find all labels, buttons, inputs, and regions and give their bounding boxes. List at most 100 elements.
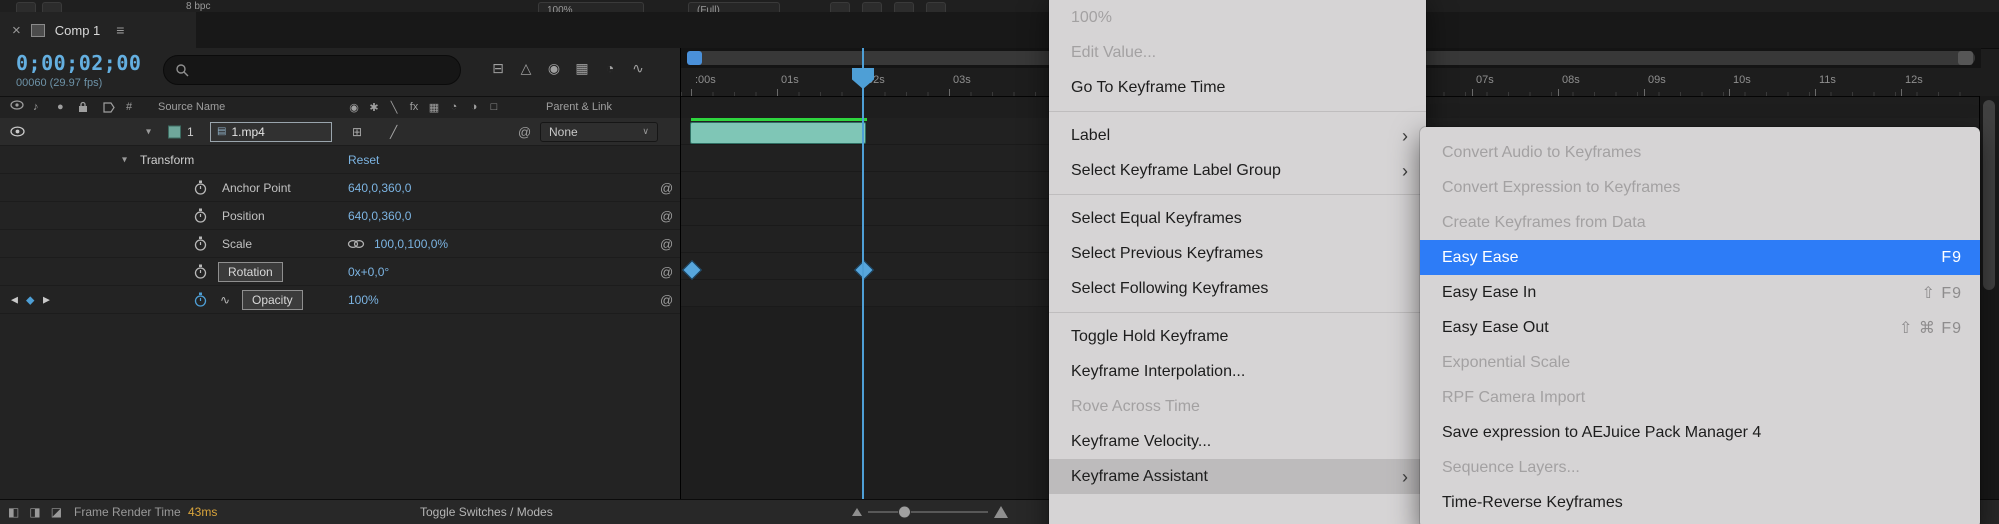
keyframe-at-current-time-icon[interactable]: ◆	[26, 293, 34, 306]
stopwatch-icon[interactable]	[194, 208, 207, 223]
timeline-search-input[interactable]	[163, 55, 461, 85]
layer-name-box[interactable]: ▤ 1.mp4	[210, 122, 332, 142]
layer-row[interactable]: ▾ 1 ▤ 1.mp4 ⊞ ╱ @ None ∨	[0, 118, 680, 146]
parent-pickwhip-icon[interactable]: @	[660, 180, 673, 195]
property-row-anchor-point[interactable]: Anchor Point 640,0,360,0 @	[0, 174, 680, 202]
parent-link-column[interactable]: Parent & Link	[546, 101, 612, 113]
property-name[interactable]: Opacity	[242, 290, 303, 310]
transform-group-row[interactable]: ▾ Transform Reset	[0, 146, 680, 174]
stopwatch-icon[interactable]	[194, 180, 207, 195]
property-row-rotation[interactable]: Rotation 0x+0,0° @	[0, 258, 680, 286]
context-menu-item-go-to-keyframe-time[interactable]: Go To Keyframe Time	[1049, 70, 1426, 105]
property-row-scale[interactable]: Scale 100,0,100,0% @	[0, 230, 680, 258]
submenu-item-time-reverse-keyframes[interactable]: Time-Reverse Keyframes	[1420, 485, 1980, 520]
in-out-panes-icon[interactable]: ◪	[51, 505, 62, 519]
stopwatch-icon[interactable]	[194, 236, 207, 251]
property-row-position[interactable]: Position 640,0,360,0 @	[0, 202, 680, 230]
context-menu-item-toggle-hold-keyframe[interactable]: Toggle Hold Keyframe	[1049, 319, 1426, 354]
zoom-slider-handle[interactable]	[898, 506, 911, 519]
eye-icon[interactable]	[10, 126, 25, 137]
stopwatch-icon[interactable]	[194, 264, 207, 279]
ruler-time-label: 09s	[1648, 74, 1666, 86]
context-menu-separator	[1049, 111, 1426, 112]
submenu-item-easy-ease-out[interactable]: Easy Ease Out⇧ ⌘ F9	[1420, 310, 1980, 345]
zoom-slider-track[interactable]	[868, 511, 988, 513]
ruler-time-label: 01s	[781, 74, 799, 86]
vertical-scrollbar[interactable]	[1979, 96, 1999, 524]
layer-label-swatch[interactable]	[168, 125, 181, 138]
context-menu-item-keyframe-assistant[interactable]: Keyframe Assistant›	[1049, 459, 1426, 494]
mini-flowchart-icon[interactable]: ⊟	[490, 60, 506, 77]
hide-shy-layers-icon[interactable]: ◉	[546, 60, 562, 77]
submenu-item-easy-ease[interactable]: Easy EaseF9	[1420, 240, 1980, 275]
parent-pickwhip-icon[interactable]: @	[518, 124, 531, 139]
quality-switch-icon[interactable]: ╱	[390, 125, 397, 139]
toggle-switches-modes-button[interactable]: Toggle Switches / Modes	[420, 505, 553, 519]
color-depth-button[interactable]: 8 bpc	[186, 1, 210, 12]
menu-shortcut: F9	[1941, 249, 1962, 267]
next-keyframe-icon[interactable]: ▶	[43, 294, 50, 305]
layer-duration-bar[interactable]	[690, 122, 866, 144]
menu-item-label: Select Keyframe Label Group	[1071, 162, 1390, 180]
layer-name[interactable]: 1.mp4	[231, 125, 264, 139]
context-menu-item-select-previous-keyframes[interactable]: Select Previous Keyframes	[1049, 236, 1426, 271]
collapse-transformations-icon: ✱	[367, 101, 381, 114]
layer-expand-chevron-icon[interactable]: ▾	[146, 126, 151, 137]
menu-item-label: Select Following Keyframes	[1071, 280, 1408, 298]
current-timecode[interactable]: 0;00;02;00	[16, 51, 141, 75]
parent-pickwhip-icon[interactable]: @	[660, 208, 673, 223]
pane-toggle-icons: ◧ ◨ ◪	[8, 505, 62, 519]
zoom-out-icon[interactable]	[852, 508, 862, 516]
context-menu-item-select-equal-keyframes[interactable]: Select Equal Keyframes	[1049, 201, 1426, 236]
submenu-item-save-expression-to-aejuice-pack-manager-4[interactable]: Save expression to AEJuice Pack Manager …	[1420, 415, 1980, 450]
stopwatch-icon-active[interactable]	[194, 292, 207, 307]
property-value[interactable]: 0x+0,0°	[348, 265, 389, 279]
menu-item-label: Label	[1071, 127, 1390, 145]
layer-number-column[interactable]: #	[126, 101, 132, 113]
property-name[interactable]: Anchor Point	[222, 181, 291, 195]
property-name[interactable]: Scale	[222, 237, 252, 251]
property-name[interactable]: Position	[222, 209, 265, 223]
context-menu-item-label[interactable]: Label›	[1049, 118, 1426, 153]
context-menu-item-keyframe-interpolation[interactable]: Keyframe Interpolation...	[1049, 354, 1426, 389]
zoom-in-icon[interactable]	[994, 506, 1008, 518]
property-name[interactable]: Rotation	[218, 262, 283, 282]
graph-editor-icon[interactable]: ∿	[630, 60, 646, 77]
constrain-proportions-icon[interactable]	[347, 239, 365, 249]
group-expand-chevron-icon[interactable]: ▾	[122, 154, 127, 165]
reset-link[interactable]: Reset	[348, 153, 379, 167]
property-row-opacity[interactable]: ◀ ◆ ▶ ∿ Opacity 100% @	[0, 286, 680, 314]
draft-3d-icon[interactable]: △	[518, 60, 534, 77]
source-name-column[interactable]: Source Name	[158, 101, 225, 113]
previous-keyframe-icon[interactable]: ◀	[11, 294, 18, 305]
submenu-item-easy-ease-in[interactable]: Easy Ease In⇧ F9	[1420, 275, 1980, 310]
comp-tab[interactable]: × Comp 1 ≡	[0, 12, 196, 48]
property-value[interactable]: 640,0,360,0	[348, 181, 411, 195]
motion-blur-icon[interactable]: ◔	[602, 60, 618, 77]
frame-count-info: 00060 (29.97 fps)	[16, 77, 102, 89]
property-value[interactable]: 100,0,100,0%	[374, 237, 448, 251]
context-menu-item-keyframe-velocity[interactable]: Keyframe Velocity...	[1049, 424, 1426, 459]
context-menu-item-select-following-keyframes[interactable]: Select Following Keyframes	[1049, 271, 1426, 306]
transfer-controls-pane-icon[interactable]: ◨	[29, 505, 40, 519]
parent-pickwhip-icon[interactable]: @	[660, 292, 673, 307]
transform-group-label[interactable]: Transform	[140, 153, 194, 167]
frame-blending-icon[interactable]: ▦	[574, 60, 590, 77]
scrollbar-thumb[interactable]	[1983, 100, 1995, 290]
frame-render-time-label: Frame Render Time	[74, 505, 181, 519]
frame-blend-switch-icon[interactable]: ⊞	[352, 125, 362, 139]
navigator-start-handle[interactable]	[687, 51, 702, 65]
graph-overlay-icon[interactable]: ∿	[220, 293, 230, 307]
parent-pickwhip-icon[interactable]: @	[660, 264, 673, 279]
context-menu-item-select-keyframe-label-group[interactable]: Select Keyframe Label Group›	[1049, 153, 1426, 188]
parent-pickwhip-icon[interactable]: @	[660, 236, 673, 251]
property-value[interactable]: 100%	[348, 293, 379, 307]
panel-menu-icon[interactable]: ≡	[116, 22, 124, 38]
layer-switches-pane-icon[interactable]: ◧	[8, 505, 19, 519]
property-value[interactable]: 640,0,360,0	[348, 209, 411, 223]
navigator-end-handle[interactable]	[1958, 51, 1973, 65]
after-effects-timeline-screen: 8 bpc 100% (Full) × Comp 1 ≡ 0;00;02;00 …	[0, 0, 1999, 524]
ruler-tick	[1729, 89, 1730, 96]
close-icon[interactable]: ×	[12, 23, 21, 38]
parent-dropdown[interactable]: None ∨	[540, 122, 658, 142]
